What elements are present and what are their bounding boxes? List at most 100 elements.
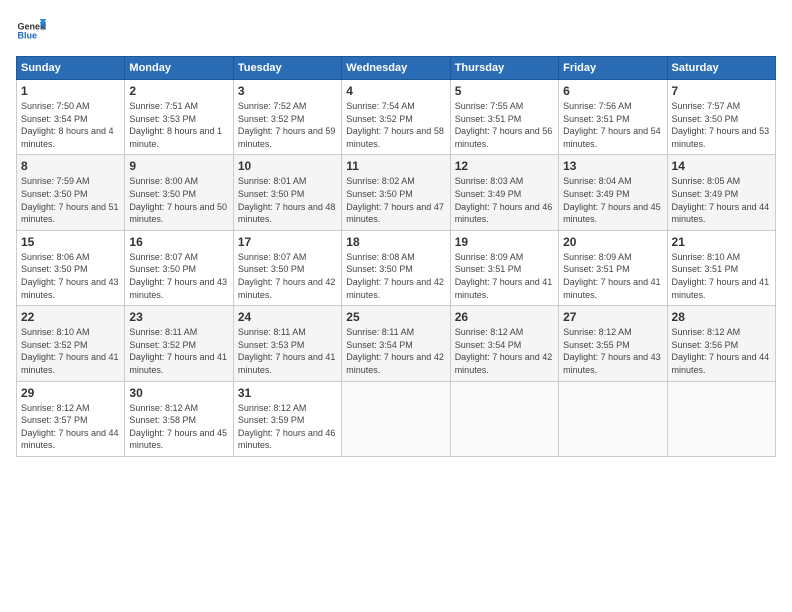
day-cell: 6 Sunrise: 7:56 AM Sunset: 3:51 PM Dayli… [559, 80, 667, 155]
day-cell: 24 Sunrise: 8:11 AM Sunset: 3:53 PM Dayl… [233, 306, 341, 381]
day-info: Sunrise: 8:07 AM Sunset: 3:50 PM Dayligh… [129, 251, 228, 301]
day-number: 20 [563, 235, 662, 249]
day-cell: 8 Sunrise: 7:59 AM Sunset: 3:50 PM Dayli… [17, 155, 125, 230]
day-number: 26 [455, 310, 554, 324]
day-cell: 18 Sunrise: 8:08 AM Sunset: 3:50 PM Dayl… [342, 230, 450, 305]
day-number: 16 [129, 235, 228, 249]
day-cell: 15 Sunrise: 8:06 AM Sunset: 3:50 PM Dayl… [17, 230, 125, 305]
calendar-body: 1 Sunrise: 7:50 AM Sunset: 3:54 PM Dayli… [17, 80, 776, 457]
week-row-3: 15 Sunrise: 8:06 AM Sunset: 3:50 PM Dayl… [17, 230, 776, 305]
day-info: Sunrise: 8:03 AM Sunset: 3:49 PM Dayligh… [455, 175, 554, 225]
day-cell: 9 Sunrise: 8:00 AM Sunset: 3:50 PM Dayli… [125, 155, 233, 230]
day-cell: 30 Sunrise: 8:12 AM Sunset: 3:58 PM Dayl… [125, 381, 233, 456]
day-info: Sunrise: 8:11 AM Sunset: 3:54 PM Dayligh… [346, 326, 445, 376]
day-info: Sunrise: 8:12 AM Sunset: 3:55 PM Dayligh… [563, 326, 662, 376]
day-info: Sunrise: 8:04 AM Sunset: 3:49 PM Dayligh… [563, 175, 662, 225]
day-number: 9 [129, 159, 228, 173]
day-number: 12 [455, 159, 554, 173]
day-info: Sunrise: 8:11 AM Sunset: 3:53 PM Dayligh… [238, 326, 337, 376]
day-info: Sunrise: 8:06 AM Sunset: 3:50 PM Dayligh… [21, 251, 120, 301]
day-cell [342, 381, 450, 456]
day-cell: 4 Sunrise: 7:54 AM Sunset: 3:52 PM Dayli… [342, 80, 450, 155]
day-info: Sunrise: 7:55 AM Sunset: 3:51 PM Dayligh… [455, 100, 554, 150]
logo-icon: General Blue [16, 16, 46, 46]
day-number: 27 [563, 310, 662, 324]
day-number: 13 [563, 159, 662, 173]
day-info: Sunrise: 7:56 AM Sunset: 3:51 PM Dayligh… [563, 100, 662, 150]
day-number: 5 [455, 84, 554, 98]
day-info: Sunrise: 8:08 AM Sunset: 3:50 PM Dayligh… [346, 251, 445, 301]
column-header-thursday: Thursday [450, 57, 558, 80]
day-info: Sunrise: 7:52 AM Sunset: 3:52 PM Dayligh… [238, 100, 337, 150]
week-row-5: 29 Sunrise: 8:12 AM Sunset: 3:57 PM Dayl… [17, 381, 776, 456]
day-info: Sunrise: 7:51 AM Sunset: 3:53 PM Dayligh… [129, 100, 228, 150]
day-number: 10 [238, 159, 337, 173]
day-number: 19 [455, 235, 554, 249]
day-number: 18 [346, 235, 445, 249]
calendar-header: SundayMondayTuesdayWednesdayThursdayFrid… [17, 57, 776, 80]
day-number: 11 [346, 159, 445, 173]
day-info: Sunrise: 7:54 AM Sunset: 3:52 PM Dayligh… [346, 100, 445, 150]
day-number: 17 [238, 235, 337, 249]
day-number: 25 [346, 310, 445, 324]
day-cell: 29 Sunrise: 8:12 AM Sunset: 3:57 PM Dayl… [17, 381, 125, 456]
day-info: Sunrise: 8:07 AM Sunset: 3:50 PM Dayligh… [238, 251, 337, 301]
day-number: 6 [563, 84, 662, 98]
day-number: 21 [672, 235, 771, 249]
svg-text:Blue: Blue [18, 31, 38, 41]
day-info: Sunrise: 8:02 AM Sunset: 3:50 PM Dayligh… [346, 175, 445, 225]
day-cell: 3 Sunrise: 7:52 AM Sunset: 3:52 PM Dayli… [233, 80, 341, 155]
day-cell: 13 Sunrise: 8:04 AM Sunset: 3:49 PM Dayl… [559, 155, 667, 230]
day-number: 4 [346, 84, 445, 98]
day-info: Sunrise: 8:01 AM Sunset: 3:50 PM Dayligh… [238, 175, 337, 225]
day-info: Sunrise: 8:12 AM Sunset: 3:58 PM Dayligh… [129, 402, 228, 452]
day-cell: 17 Sunrise: 8:07 AM Sunset: 3:50 PM Dayl… [233, 230, 341, 305]
calendar-table: SundayMondayTuesdayWednesdayThursdayFrid… [16, 56, 776, 457]
day-number: 30 [129, 386, 228, 400]
day-number: 14 [672, 159, 771, 173]
day-cell: 14 Sunrise: 8:05 AM Sunset: 3:49 PM Dayl… [667, 155, 775, 230]
day-info: Sunrise: 8:12 AM Sunset: 3:57 PM Dayligh… [21, 402, 120, 452]
day-cell: 5 Sunrise: 7:55 AM Sunset: 3:51 PM Dayli… [450, 80, 558, 155]
day-cell: 23 Sunrise: 8:11 AM Sunset: 3:52 PM Dayl… [125, 306, 233, 381]
day-cell: 22 Sunrise: 8:10 AM Sunset: 3:52 PM Dayl… [17, 306, 125, 381]
day-info: Sunrise: 7:59 AM Sunset: 3:50 PM Dayligh… [21, 175, 120, 225]
day-number: 8 [21, 159, 120, 173]
week-row-2: 8 Sunrise: 7:59 AM Sunset: 3:50 PM Dayli… [17, 155, 776, 230]
day-number: 24 [238, 310, 337, 324]
day-number: 29 [21, 386, 120, 400]
day-cell: 27 Sunrise: 8:12 AM Sunset: 3:55 PM Dayl… [559, 306, 667, 381]
column-header-friday: Friday [559, 57, 667, 80]
logo: General Blue [16, 16, 46, 46]
day-number: 1 [21, 84, 120, 98]
day-info: Sunrise: 8:09 AM Sunset: 3:51 PM Dayligh… [563, 251, 662, 301]
day-number: 31 [238, 386, 337, 400]
day-info: Sunrise: 8:10 AM Sunset: 3:52 PM Dayligh… [21, 326, 120, 376]
day-info: Sunrise: 7:57 AM Sunset: 3:50 PM Dayligh… [672, 100, 771, 150]
day-cell: 21 Sunrise: 8:10 AM Sunset: 3:51 PM Dayl… [667, 230, 775, 305]
day-number: 15 [21, 235, 120, 249]
day-cell: 19 Sunrise: 8:09 AM Sunset: 3:51 PM Dayl… [450, 230, 558, 305]
day-cell: 2 Sunrise: 7:51 AM Sunset: 3:53 PM Dayli… [125, 80, 233, 155]
day-number: 28 [672, 310, 771, 324]
day-cell: 31 Sunrise: 8:12 AM Sunset: 3:59 PM Dayl… [233, 381, 341, 456]
page-header: General Blue [16, 16, 776, 46]
day-cell: 25 Sunrise: 8:11 AM Sunset: 3:54 PM Dayl… [342, 306, 450, 381]
day-cell: 12 Sunrise: 8:03 AM Sunset: 3:49 PM Dayl… [450, 155, 558, 230]
day-info: Sunrise: 8:00 AM Sunset: 3:50 PM Dayligh… [129, 175, 228, 225]
day-number: 3 [238, 84, 337, 98]
day-cell: 16 Sunrise: 8:07 AM Sunset: 3:50 PM Dayl… [125, 230, 233, 305]
day-info: Sunrise: 8:11 AM Sunset: 3:52 PM Dayligh… [129, 326, 228, 376]
day-info: Sunrise: 8:12 AM Sunset: 3:54 PM Dayligh… [455, 326, 554, 376]
day-cell: 20 Sunrise: 8:09 AM Sunset: 3:51 PM Dayl… [559, 230, 667, 305]
day-info: Sunrise: 7:50 AM Sunset: 3:54 PM Dayligh… [21, 100, 120, 150]
day-cell: 11 Sunrise: 8:02 AM Sunset: 3:50 PM Dayl… [342, 155, 450, 230]
column-header-monday: Monday [125, 57, 233, 80]
day-number: 22 [21, 310, 120, 324]
day-number: 2 [129, 84, 228, 98]
day-cell: 7 Sunrise: 7:57 AM Sunset: 3:50 PM Dayli… [667, 80, 775, 155]
column-header-sunday: Sunday [17, 57, 125, 80]
day-cell [450, 381, 558, 456]
day-cell: 26 Sunrise: 8:12 AM Sunset: 3:54 PM Dayl… [450, 306, 558, 381]
column-header-saturday: Saturday [667, 57, 775, 80]
